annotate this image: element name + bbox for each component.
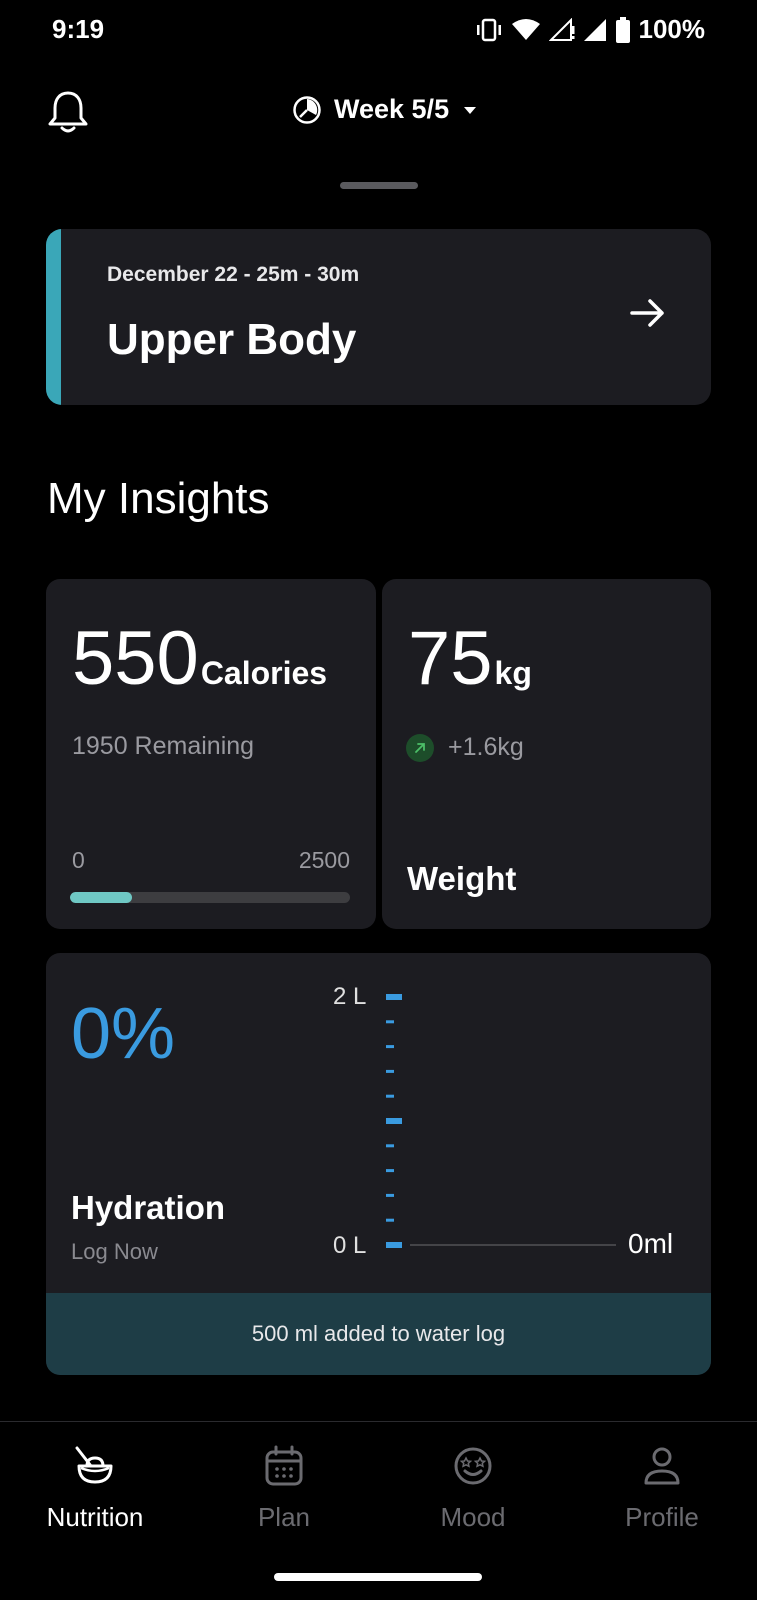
calories-remaining: 1950 Remaining — [72, 732, 255, 760]
vibrate-icon — [476, 18, 501, 41]
gauge-major-tick — [386, 994, 402, 1000]
week-label: Week 5/5 — [334, 94, 450, 124]
battery-icon — [615, 16, 630, 43]
nav-item-nutrition[interactable]: Nutrition — [0, 1444, 190, 1533]
weight-card[interactable]: 75 kg +1.6kg Weight — [382, 579, 711, 929]
gauge-minor-tick — [386, 1169, 394, 1173]
drag-handle[interactable] — [340, 182, 418, 189]
calories-card[interactable]: 550 Calories 1950 Remaining 0 2500 — [46, 579, 376, 929]
calories-range-min: 0 — [72, 847, 85, 873]
gauge-minor-tick — [386, 1218, 394, 1222]
weight-value-line: 75 kg — [408, 615, 532, 702]
wifi-icon — [511, 18, 540, 40]
calories-unit: Calories — [200, 655, 328, 691]
clock-icon — [293, 95, 321, 124]
caret-down-icon — [464, 106, 477, 114]
nav-label-profile: Profile — [625, 1502, 699, 1532]
calendar-icon — [265, 1445, 303, 1486]
arrow-right-icon[interactable] — [624, 289, 672, 337]
profile-icon — [644, 1447, 680, 1485]
calories-range-max: 2500 — [298, 847, 350, 873]
gauge-minor-tick — [386, 1045, 394, 1049]
hydration-card[interactable]: 0% Hydration Log Now 2 L 0 L 0ml 500 ml … — [46, 953, 711, 1375]
calories-progress-fill — [70, 892, 132, 903]
workout-title: Upper Body — [107, 315, 357, 364]
app-screen: 9:19 100% Week 5/5 December 22 - 25m - 3… — [0, 0, 757, 1600]
nav-label-nutrition: Nutrition — [46, 1502, 144, 1532]
weight-change: +1.6kg — [406, 733, 524, 762]
gauge-top-label: 2 L — [333, 983, 367, 1010]
workout-card[interactable]: December 22 - 25m - 30m Upper Body — [46, 229, 711, 405]
gauge-major-tick — [386, 1242, 402, 1248]
gauge-minor-tick — [386, 1069, 394, 1073]
weight-label: Weight — [407, 860, 517, 897]
bell-icon[interactable] — [46, 88, 90, 136]
trend-up-icon — [406, 733, 434, 762]
gauge-major-tick — [386, 1118, 402, 1124]
nutrition-bowl-icon — [75, 1446, 113, 1484]
hydration-title: Hydration — [71, 1189, 226, 1226]
nav-item-plan[interactable]: Plan — [189, 1444, 379, 1533]
nav-item-mood[interactable]: Mood — [378, 1444, 568, 1533]
workout-meta: December 22 - 25m - 30m — [107, 263, 360, 286]
signal-full-icon — [583, 18, 606, 41]
weight-change-text: +1.6kg — [448, 733, 524, 761]
gauge-minor-tick — [386, 1193, 394, 1197]
calories-value: 550 — [72, 616, 199, 701]
hydration-gauge — [386, 994, 616, 1248]
hydration-current-value: 0ml — [628, 1228, 674, 1259]
nav-item-profile[interactable]: Profile — [567, 1444, 757, 1533]
workout-accent-bar — [46, 229, 61, 405]
gauge-bottom-label: 0 L — [333, 1232, 367, 1259]
status-time: 9:19 — [52, 14, 105, 44]
gauge-minor-tick — [386, 1020, 394, 1024]
weight-value: 75 — [408, 616, 493, 701]
hydration-log-now-link[interactable]: Log Now — [71, 1239, 158, 1265]
water-log-toast: 500 ml added to water log — [46, 1293, 711, 1375]
calories-progress-track — [70, 892, 350, 903]
calories-value-line: 550 Calories — [72, 615, 327, 702]
hydration-percent: 0% — [71, 994, 176, 1074]
nav-label-plan: Plan — [257, 1502, 311, 1532]
status-icons: 100% — [475, 14, 706, 45]
gauge-minor-tick — [386, 1094, 394, 1098]
battery-percent: 100% — [638, 14, 706, 44]
status-bar: 9:19 100% — [0, 0, 757, 60]
signal-icon — [548, 17, 574, 41]
mood-face-icon — [454, 1447, 492, 1485]
home-indicator[interactable] — [274, 1573, 482, 1581]
week-selector[interactable]: Week 5/5 — [292, 94, 479, 125]
insights-title: My Insights — [47, 474, 270, 523]
weight-unit: kg — [494, 655, 532, 691]
nav-label-mood: Mood — [440, 1502, 506, 1532]
gauge-minor-tick — [386, 1144, 394, 1148]
